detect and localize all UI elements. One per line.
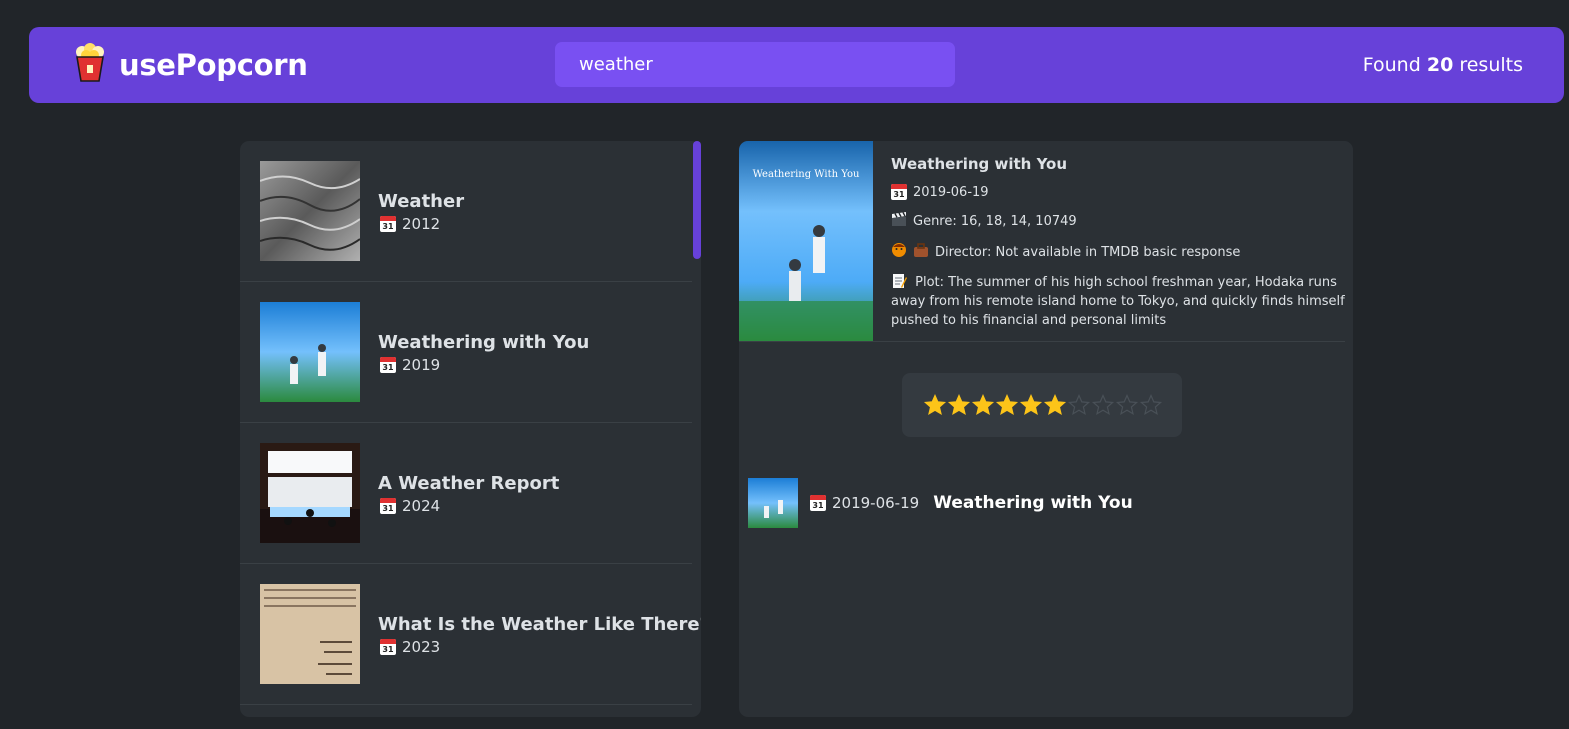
- movie-title: Weather: [378, 191, 465, 212]
- watched-title: Weathering with You: [933, 493, 1133, 513]
- star-empty-icon[interactable]: [1091, 393, 1115, 417]
- results-prefix: Found: [1362, 54, 1421, 76]
- poster-caption: Weathering With You: [753, 169, 860, 180]
- details-poster: Weathering With You: [739, 141, 873, 342]
- app-title: usePopcorn: [119, 48, 308, 82]
- details-director-value: Director: Not available in TMDB basic re…: [935, 244, 1241, 260]
- movie-year-value: 2012: [402, 215, 441, 233]
- movie-item[interactable]: What Is the Weather Like There? 31 2023: [240, 564, 701, 705]
- popcorn-icon: [73, 43, 107, 87]
- star-empty-icon[interactable]: [1139, 393, 1163, 417]
- movie-item[interactable]: Weather 31 2012: [240, 141, 692, 282]
- details-plot: Plot: The summer of his high school fres…: [891, 273, 1351, 330]
- movie-year-value: 2019: [402, 356, 441, 374]
- watched-movie-item[interactable]: 31 2019-06-19 Weathering with You: [748, 478, 1133, 528]
- star-filled-icon[interactable]: [995, 393, 1019, 417]
- star-filled-icon[interactable]: [947, 393, 971, 417]
- star-filled-icon[interactable]: [971, 393, 995, 417]
- star-filled-icon[interactable]: [923, 393, 947, 417]
- movie-poster: [260, 161, 360, 261]
- calendar-icon: 31: [380, 498, 396, 514]
- briefcase-icon: [913, 242, 929, 262]
- details-genre-value: Genre: 16, 18, 14, 10749: [913, 213, 1077, 229]
- watched-date-value: 2019-06-19: [832, 494, 920, 512]
- movie-title: What Is the Weather Like There?: [378, 614, 701, 635]
- results-suffix: results: [1459, 54, 1523, 76]
- logo: usePopcorn: [73, 43, 308, 87]
- calendar-icon: 31: [380, 216, 396, 232]
- calendar-icon: 31: [810, 495, 826, 511]
- movie-year: 31 2024: [380, 497, 440, 515]
- search-results-box: Weather 31 2012 Weathering with You 31 2…: [240, 141, 701, 717]
- movie-details-box: Weathering With You Weathering with You …: [739, 141, 1353, 717]
- watched-poster: [748, 478, 798, 528]
- star-rating: [902, 373, 1182, 437]
- details-plot-value: Plot: The summer of his high school fres…: [891, 275, 1345, 328]
- list-scrollbar[interactable]: [693, 141, 701, 259]
- star-filled-icon[interactable]: [1043, 393, 1067, 417]
- clapperboard-icon: [891, 211, 907, 231]
- movie-year-value: 2024: [402, 497, 441, 515]
- movie-year: 31 2019: [380, 356, 440, 374]
- watched-date: 31 2019-06-19: [810, 494, 919, 512]
- movie-title: A Weather Report: [378, 473, 560, 494]
- movie-item[interactable]: A Weather Report 31 2024: [240, 423, 692, 564]
- details-genre: Genre: 16, 18, 14, 10749: [891, 211, 1351, 231]
- calendar-icon: 31: [380, 639, 396, 655]
- movie-year-value: 2023: [402, 638, 441, 656]
- movie-year: 31 2012: [380, 215, 440, 233]
- details-title: Weathering with You: [891, 155, 1068, 173]
- movie-item[interactable]: Weathering with You 31 2019: [240, 282, 692, 423]
- navbar: usePopcorn Found 20 results: [29, 27, 1564, 103]
- movie-list: Weather 31 2012 Weathering with You 31 2…: [240, 141, 701, 705]
- movie-poster: [260, 443, 360, 543]
- details-release-value: 2019-06-19: [913, 184, 989, 200]
- details-release-date: 31 2019-06-19: [891, 184, 1351, 200]
- details-header: Weathering With You Weathering with You …: [739, 141, 1353, 342]
- stars-container: [923, 393, 1163, 417]
- star-filled-icon[interactable]: [1019, 393, 1043, 417]
- calendar-icon: 31: [891, 184, 907, 200]
- movie-year: 31 2023: [380, 638, 440, 656]
- calendar-icon: 31: [380, 357, 396, 373]
- search-input[interactable]: [555, 42, 955, 87]
- details-divider: [739, 341, 1345, 342]
- person-icon: [891, 242, 907, 262]
- details-director: Director: Not available in TMDB basic re…: [891, 242, 1351, 262]
- movie-title: Weathering with You: [378, 332, 590, 353]
- results-number: 20: [1426, 54, 1454, 76]
- results-count: Found 20 results: [1363, 54, 1523, 76]
- star-empty-icon[interactable]: [1067, 393, 1091, 417]
- movie-poster: [260, 302, 360, 402]
- memo-icon: [891, 274, 915, 290]
- star-empty-icon[interactable]: [1115, 393, 1139, 417]
- details-info: Weathering with You 31 2019-06-19 Genre:…: [891, 155, 1351, 330]
- movie-poster: [260, 584, 360, 684]
